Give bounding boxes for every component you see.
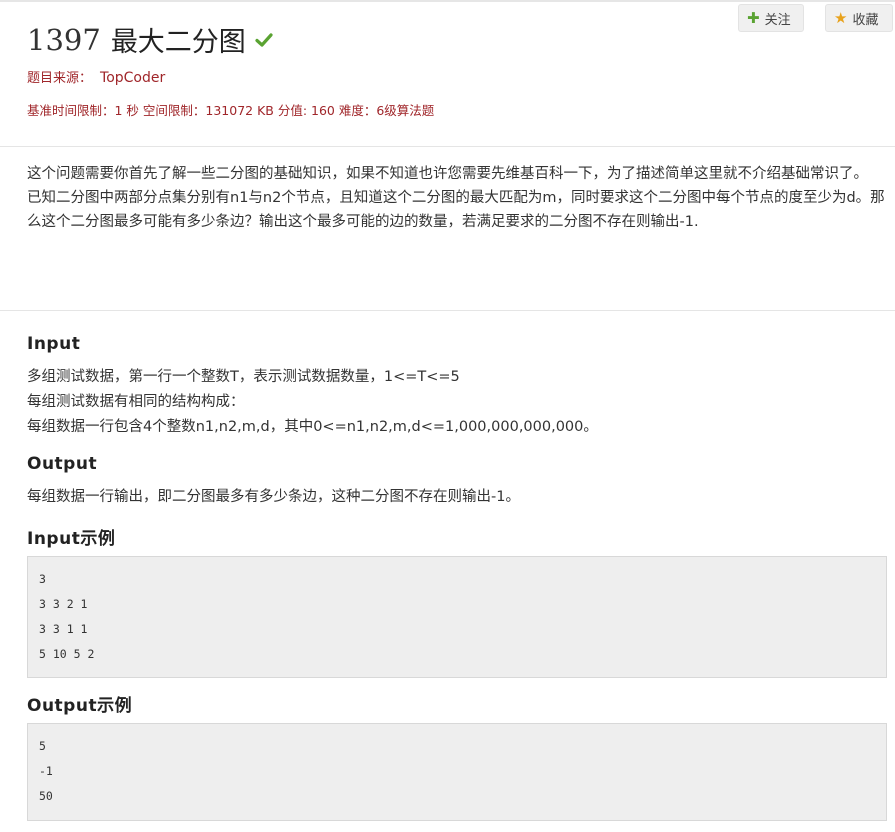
problem-source: 题目来源： TopCoder [27,67,165,86]
input-line: 每组测试数据有相同的结构构成： [27,394,245,410]
problem-title: 1397 最大二分图 [27,20,274,59]
collect-label: 收藏 [852,12,879,28]
code-line: 3 [39,572,46,586]
description-paragraph: 已知二分图中两部分点集分别有n1与n2个节点，且知道这个二分图的最大匹配为m，同… [27,190,885,230]
star-icon: ★ [834,8,848,27]
input-line: 多组测试数据，第一行一个整数T，表示测试数据数量，1<=T<=5 [27,369,460,385]
code-line: 5 [39,739,46,753]
input-line: 每组数据一行包含4个整数n1,n2,m,d，其中0<=n1,n2,m,d<=1,… [27,419,598,435]
source-label: 题目来源： [27,71,93,86]
code-line: 3 3 1 1 [39,622,88,636]
code-line: 3 3 2 1 [39,597,88,611]
code-line: 5 10 5 2 [39,647,95,661]
input-example-heading: Input示例 [27,529,116,549]
output-example-box: 5 -1 50 [27,723,887,821]
problem-id: 1397 [27,22,101,57]
collect-button[interactable]: ★ 收藏 [825,4,893,32]
header-divider [0,146,895,147]
problem-description: 这个问题需要你首先了解一些二分图的基础知识，如果不知道也许您需要先维基百科一下，… [27,162,887,234]
follow-button[interactable]: ✚ 关注 [738,4,804,32]
input-description: 多组测试数据，第一行一个整数T，表示测试数据数量，1<=T<=5 每组测试数据有… [27,365,887,440]
plus-icon: ✚ [747,8,760,27]
output-description: 每组数据一行输出，即二分图最多有多少条边，这种二分图不存在则输出-1。 [27,489,520,505]
problem-header: 1397 最大二分图 题目来源： TopCoder 基准时间限制：1 秒 空间限制… [0,2,895,146]
code-line: 50 [39,789,53,803]
problem-limits: 基准时间限制：1 秒 空间限制：131072 KB 分值: 160 难度：6级算… [27,103,435,118]
input-heading: Input [27,334,81,354]
description-paragraph: 这个问题需要你首先了解一些二分图的基础知识，如果不知道也许您需要先维基百科一下，… [27,166,868,182]
problem-name: 最大二分图 [110,27,246,58]
output-heading: Output [27,454,98,474]
check-icon [254,30,274,50]
source-link[interactable]: TopCoder [100,70,165,86]
input-example-box: 3 3 3 2 1 3 3 1 1 5 10 5 2 [27,556,887,678]
follow-label: 关注 [764,12,791,28]
code-line: -1 [39,764,53,778]
output-example-heading: Output示例 [27,696,133,716]
description-divider [0,310,895,311]
